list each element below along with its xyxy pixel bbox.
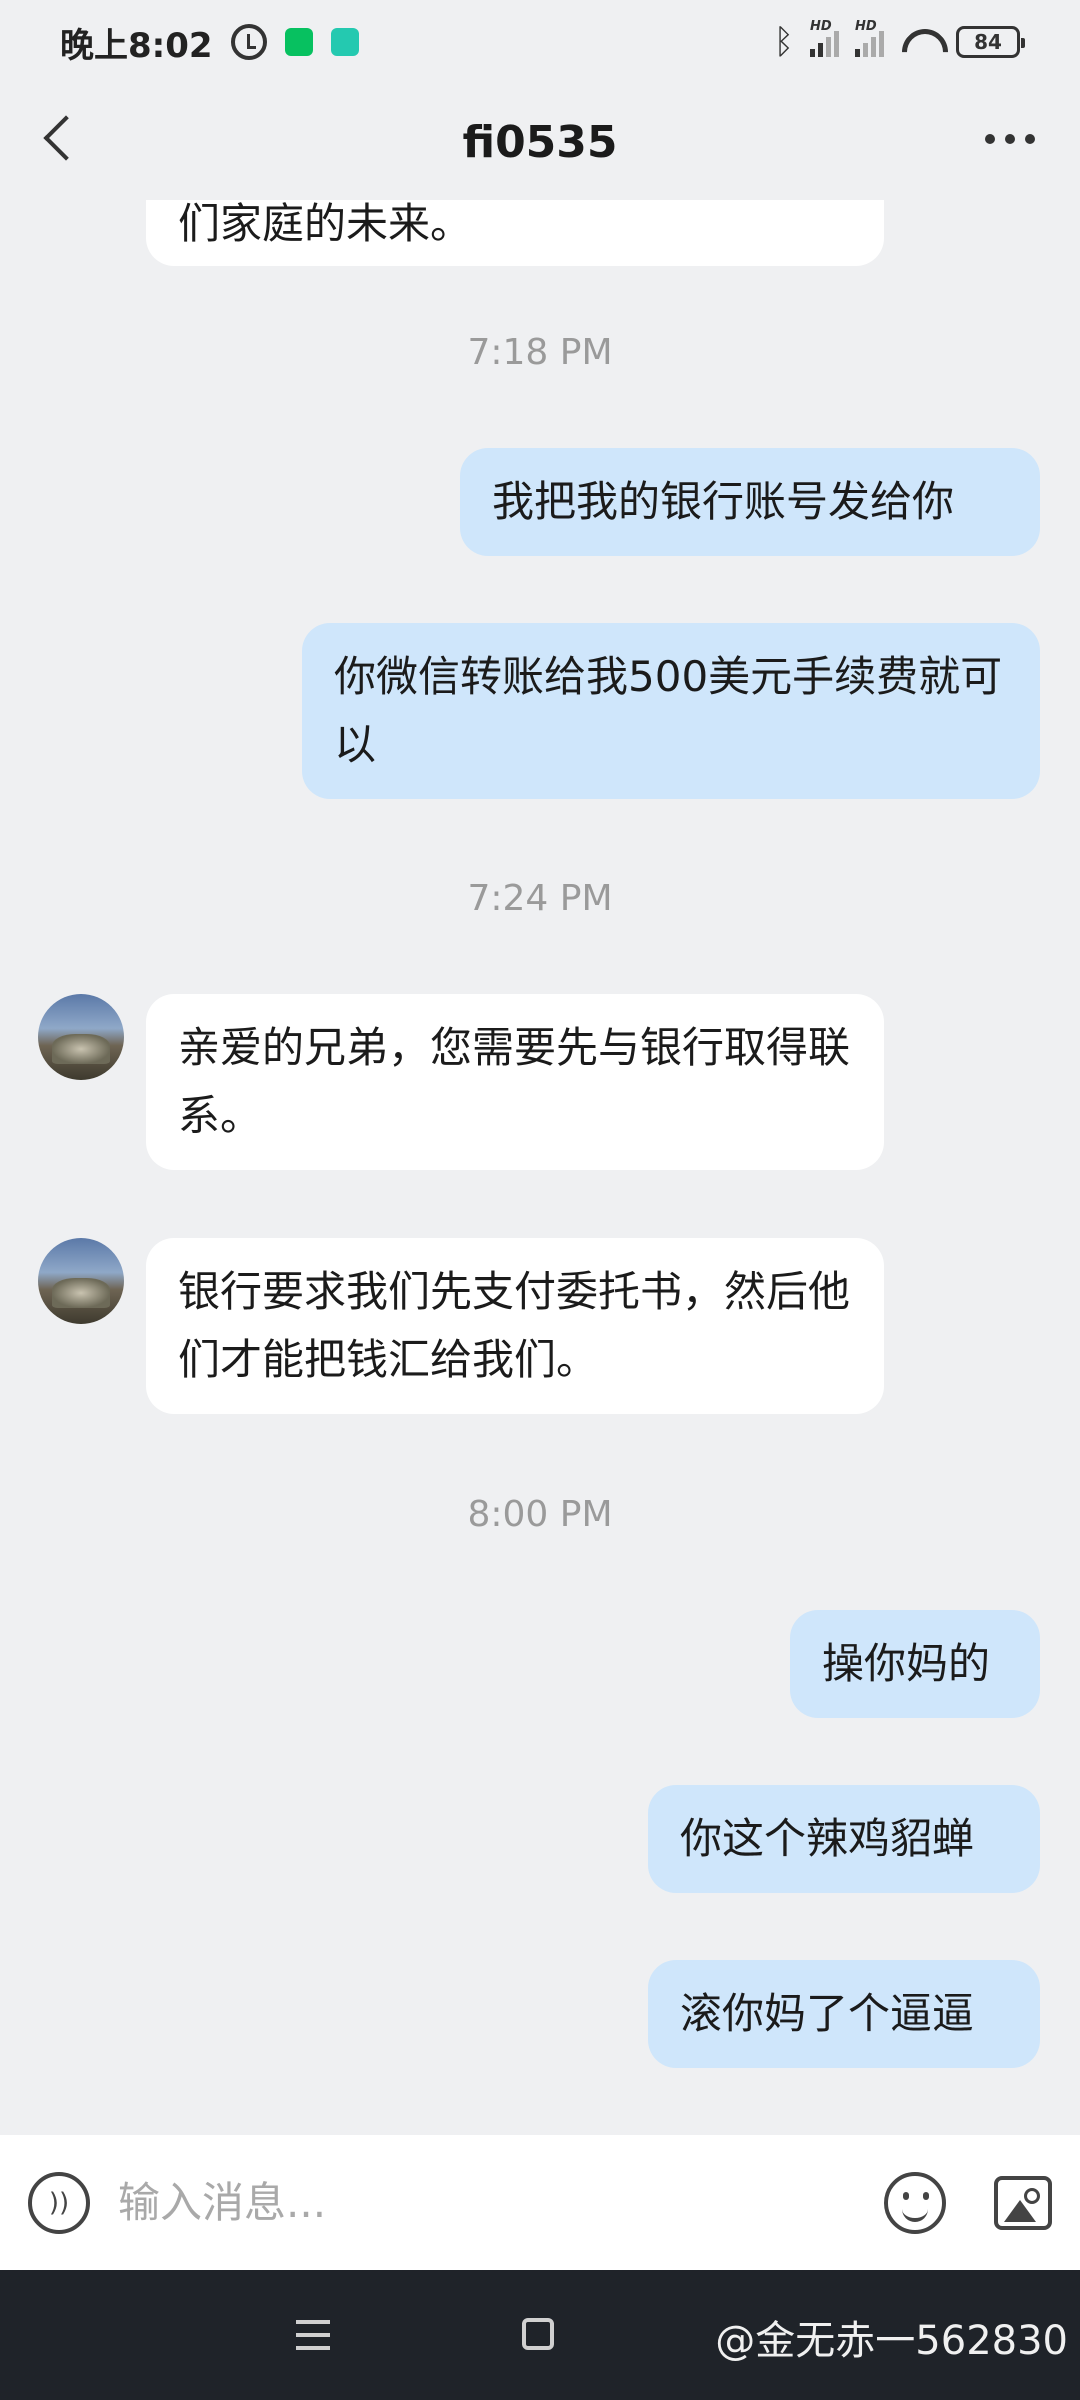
message-bubble-incoming[interactable]: 们家庭的未来。 [146,200,884,266]
back-button[interactable] [30,108,90,168]
status-bar: 晚上8:02 ᛒ HD HD 84 [0,0,1080,84]
voice-input-button[interactable]: )) [28,2171,90,2234]
more-options-button[interactable] [970,114,1050,164]
message-input[interactable] [118,2178,884,2227]
wechat-icon [284,28,313,56]
message-list[interactable]: 们家庭的未来。 7:18 PM 我把我的银行账号发给你 你微信转账给我500美元… [0,200,1080,2135]
contact-avatar[interactable] [38,994,124,1080]
nav-home-button[interactable] [522,2318,554,2350]
signal-hd-label: HD [855,19,877,34]
notification-icons [230,24,359,60]
chat-title: fi0535 [462,116,618,168]
emoji-button[interactable] [884,2171,946,2234]
message-bubble-outgoing[interactable]: 滚你妈了个逼逼 [648,1960,1040,2068]
message-timestamp: 7:18 PM [467,332,613,373]
message-timestamp: 8:00 PM [467,1494,613,1535]
signal-icon: HD [810,19,839,57]
system-icons: ᛒ HD HD 84 [773,19,1025,62]
system-navigation-bar: @金无赤一562830 [0,2270,1080,2400]
chat-header: fi0535 [0,84,1080,200]
signal-icon: HD [855,19,884,57]
app-notification-icon [330,28,359,56]
bluetooth-icon: ᛒ [773,22,794,62]
message-bubble-outgoing[interactable]: 我把我的银行账号发给你 [460,448,1040,556]
message-timestamp: 7:24 PM [467,878,613,919]
message-input-bar: )) [0,2135,1080,2270]
signal-hd-label: HD [810,19,832,34]
status-time: 晚上8:02 [60,25,213,66]
message-bubble-outgoing[interactable]: 你这个辣鸡貂蝉 [648,1785,1040,1893]
message-bubble-incoming[interactable]: 亲爱的兄弟，您需要先与银行取得联系。 [146,994,884,1170]
message-bubble-outgoing[interactable]: 操你妈的 [790,1610,1040,1718]
contact-avatar[interactable] [38,1238,124,1324]
message-bubble-outgoing[interactable]: 你微信转账给我500美元手续费就可以 [302,623,1040,799]
battery-icon: 84 [956,26,1025,58]
wifi-icon [900,27,940,57]
image-picker-button[interactable] [994,2175,1052,2230]
nav-menu-button[interactable] [296,2320,330,2350]
alarm-icon [230,24,267,60]
watermark-text: @金无赤一562830 [715,2318,1068,2364]
message-bubble-incoming[interactable]: 银行要求我们先支付委托书，然后他们才能把钱汇给我们。 [146,1238,884,1414]
